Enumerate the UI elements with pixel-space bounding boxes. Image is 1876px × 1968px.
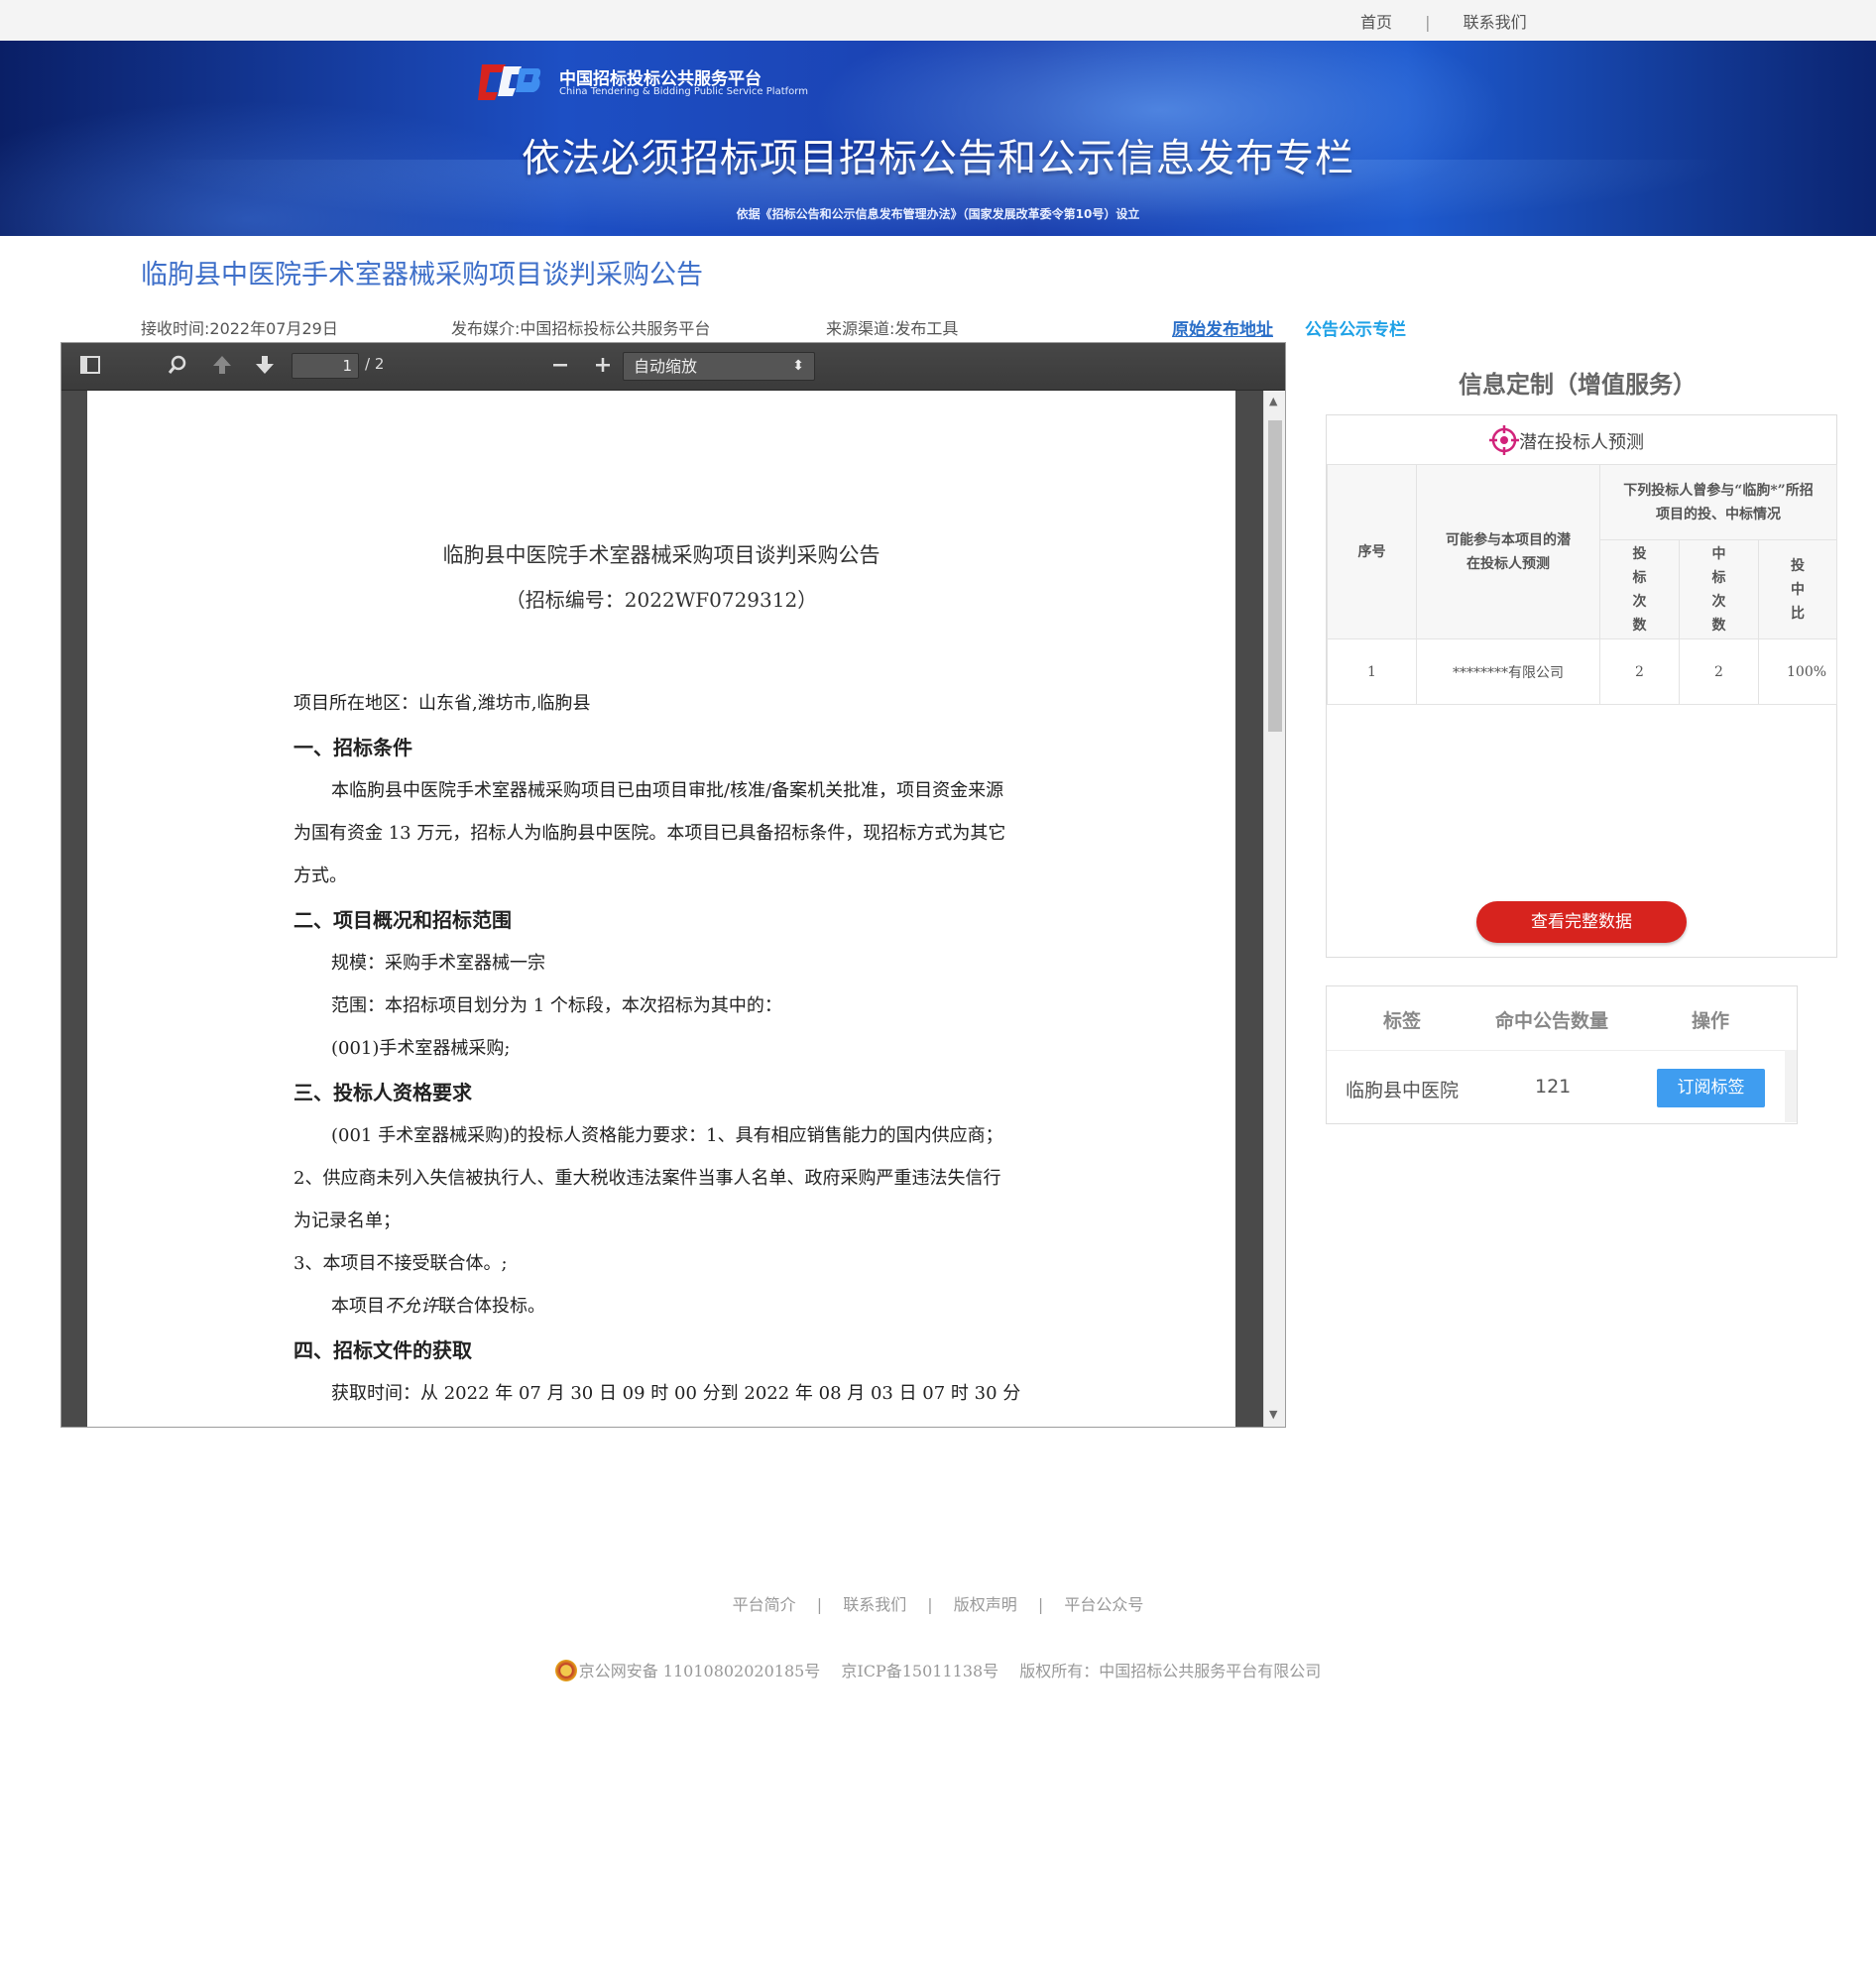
tag-scrollbar[interactable] bbox=[1785, 1050, 1797, 1122]
col-header-group: 下列投标人曾参与“临朐*”所招项目的投、中标情况 bbox=[1598, 464, 1838, 540]
notice-column-link[interactable]: 公告公示专栏 bbox=[1305, 315, 1406, 340]
pdf-title: 临朐县中医院手术室器械采购项目谈判采购公告 bbox=[442, 543, 880, 567]
scroll-down-icon[interactable]: ▼ bbox=[1269, 1408, 1277, 1421]
pdf-viewer: 1 / 2 自动缩放 ⬍ 临朐县中医院手术室器械采购项目谈判采购公告 （招标编号… bbox=[60, 342, 1286, 1428]
page-number-input[interactable]: 1 bbox=[292, 353, 359, 379]
pdf-toolbar: 1 / 2 自动缩放 ⬍ bbox=[61, 343, 1285, 391]
col-header-bids: 投标次数 bbox=[1599, 539, 1680, 639]
col-header-wins: 中标次数 bbox=[1679, 539, 1759, 639]
pdf-line: 本临朐县中医院手术室器械采购项目已由项目审批/核准/备案机关批准，项目资金来源 bbox=[331, 780, 1004, 801]
nav-contact-link[interactable]: 联系我们 bbox=[1464, 9, 1527, 33]
tag-name: 临朐县中医院 bbox=[1346, 1080, 1460, 1101]
pdf-line: (001 手术室器械采购)的投标人资格能力要求：1、具有相应销售能力的国内供应商… bbox=[331, 1125, 1003, 1146]
pdf-line: (001)手术室器械采购; bbox=[331, 1038, 511, 1059]
col-header-bidder: 可能参与本项目的潜在投标人预测 bbox=[1416, 464, 1600, 639]
tag-col-header: 标签 bbox=[1383, 1010, 1422, 1032]
scroll-thumb[interactable] bbox=[1268, 420, 1282, 732]
col-header-no: 序号 bbox=[1327, 464, 1417, 639]
count-col-header: 命中公告数量 bbox=[1495, 1010, 1609, 1032]
pdf-code: （招标编号：2022WF0729312） bbox=[505, 588, 818, 612]
pdf-line: 范围：本招标项目划分为 1 个标段，本次招标为其中的： bbox=[331, 995, 782, 1016]
row-bidder-name: ********有限公司 bbox=[1416, 638, 1600, 705]
table-row: 1 ********有限公司 2 2 100% bbox=[1327, 638, 1838, 705]
source-channel: 来源渠道:发布工具 bbox=[826, 319, 959, 338]
view-full-data-button[interactable]: 查看完整数据 bbox=[1476, 901, 1687, 943]
header-banner: 中国招标投标公共服务平台 China Tendering & Bidding P… bbox=[0, 41, 1876, 236]
next-page-icon[interactable] bbox=[254, 354, 276, 383]
subscribe-tag-button[interactable]: 订阅标签 bbox=[1657, 1069, 1765, 1107]
bidder-prediction-panel: 潜在投标人预测 序号 可能参与本项目的潜在投标人预测 下列投标人曾参与“临朐*”… bbox=[1326, 414, 1838, 958]
footer-links: 平台简介 | 联系我们 | 版权声明 | 平台公众号 bbox=[732, 1595, 1144, 1614]
banner-subtitle: 依据《招标公告和公示信息发布管理办法》（国家发展改革委令第10号）设立 bbox=[736, 207, 1140, 221]
zoom-out-icon[interactable] bbox=[550, 354, 570, 383]
pdf-line: 项目所在地区：山东省,潍坊市,临朐县 bbox=[293, 693, 591, 714]
pdf-heading: 二、项目概况和招标范围 bbox=[293, 908, 512, 932]
footer-link-wechat[interactable]: 平台公众号 bbox=[1064, 1595, 1143, 1614]
received-time: 接收时间:2022年07月29日 bbox=[141, 319, 338, 338]
action-col-header: 操作 bbox=[1692, 1010, 1730, 1032]
prediction-table: 序号 可能参与本项目的潜在投标人预测 下列投标人曾参与“临朐*”所招项目的投、中… bbox=[1327, 464, 1838, 705]
page-total: / 2 bbox=[365, 355, 385, 373]
pdf-line: 3、本项目不接受联合体。; bbox=[293, 1253, 508, 1274]
original-address-link[interactable]: 原始发布地址 bbox=[1172, 315, 1273, 340]
top-bar: 首页 | 联系我们 bbox=[0, 0, 1876, 42]
nav-separator: | bbox=[1425, 13, 1431, 32]
zoom-in-icon[interactable] bbox=[593, 354, 613, 383]
prediction-header: 潜在投标人预测 bbox=[1327, 415, 1836, 465]
target-icon bbox=[1489, 425, 1519, 455]
pdf-scrollbar[interactable]: ▲ ▼ bbox=[1263, 391, 1285, 1427]
footer-link-contact[interactable]: 联系我们 bbox=[843, 1595, 906, 1614]
beian-number[interactable]: 京公网安备 11010802020185号 bbox=[579, 1662, 821, 1680]
pdf-heading: 四、招标文件的获取 bbox=[293, 1338, 472, 1362]
top-nav: 首页 | 联系我们 bbox=[1360, 9, 1527, 33]
tag-hit-count: 121 bbox=[1535, 1076, 1572, 1098]
pdf-line: 方式。 bbox=[293, 866, 347, 886]
platform-logo-icon bbox=[478, 64, 541, 100]
pdf-line: 为国有资金 13 万元，招标人为临朐县中医院。本项目已具备招标条件，现招标方式为… bbox=[293, 823, 1006, 844]
platform-name-en: China Tendering & Bidding Public Service… bbox=[559, 86, 808, 97]
row-wins: 2 bbox=[1679, 638, 1759, 705]
pdf-heading: 三、投标人资格要求 bbox=[293, 1081, 472, 1104]
col-header-ratio: 投中比 bbox=[1757, 539, 1838, 639]
pdf-line: 本项目不允许联合体投标。 bbox=[331, 1296, 545, 1317]
footer-link-copyright[interactable]: 版权声明 bbox=[954, 1595, 1017, 1614]
select-arrows-icon: ⬍ bbox=[792, 358, 804, 374]
pdf-page: 临朐县中医院手术室器械采购项目谈判采购公告 （招标编号：2022WF072931… bbox=[87, 391, 1235, 1427]
row-ratio: 100% bbox=[1757, 638, 1838, 705]
footer-copyright: 京公网安备 11010802020185号 京ICP备15011138号 版权所… bbox=[0, 1658, 1876, 1681]
police-badge-icon bbox=[554, 1660, 577, 1681]
pdf-line: 规模：采购手术室器械一宗 bbox=[331, 953, 545, 974]
zoom-select[interactable]: 自动缩放 ⬍ bbox=[623, 352, 815, 381]
copyright-text: 版权所有：中国招标公共服务平台有限公司 bbox=[1019, 1662, 1322, 1680]
pdf-line: 为记录名单； bbox=[293, 1211, 401, 1231]
pdf-line: 2、供应商未列入失信被执行人、重大税收违法案件当事人名单、政府采购严重违法失信行 bbox=[293, 1168, 1001, 1189]
publish-media: 发布媒介:中国招标投标公共服务平台 bbox=[451, 319, 711, 338]
row-no: 1 bbox=[1327, 638, 1417, 705]
zoom-select-value: 自动缩放 bbox=[634, 357, 698, 376]
info-custom-title: 信息定制（增值服务） bbox=[1459, 371, 1697, 399]
icp-number[interactable]: 京ICP备15011138号 bbox=[841, 1662, 998, 1680]
row-bids: 2 bbox=[1599, 638, 1680, 705]
page-title: 临朐县中医院手术室器械采购项目谈判采购公告 bbox=[141, 260, 703, 290]
pdf-heading: 一、招标条件 bbox=[293, 736, 412, 759]
search-icon[interactable] bbox=[167, 354, 188, 383]
tag-subscription-panel: 标签 命中公告数量 操作 临朐县中医院 121 订阅标签 bbox=[1326, 985, 1798, 1124]
scroll-up-icon[interactable]: ▲ bbox=[1269, 395, 1277, 407]
prev-page-icon[interactable] bbox=[211, 354, 233, 383]
nav-home-link[interactable]: 首页 bbox=[1360, 9, 1392, 33]
pdf-line: 获取时间：从 2022 年 07 月 30 日 09 时 00 分到 2022 … bbox=[331, 1383, 1021, 1404]
banner-title: 依法必须招标项目招标公告和公示信息发布专栏 bbox=[521, 137, 1354, 181]
sidebar-toggle-icon[interactable] bbox=[79, 354, 101, 383]
prediction-label: 潜在投标人预测 bbox=[1519, 432, 1644, 453]
footer-link-about[interactable]: 平台简介 bbox=[733, 1595, 796, 1614]
